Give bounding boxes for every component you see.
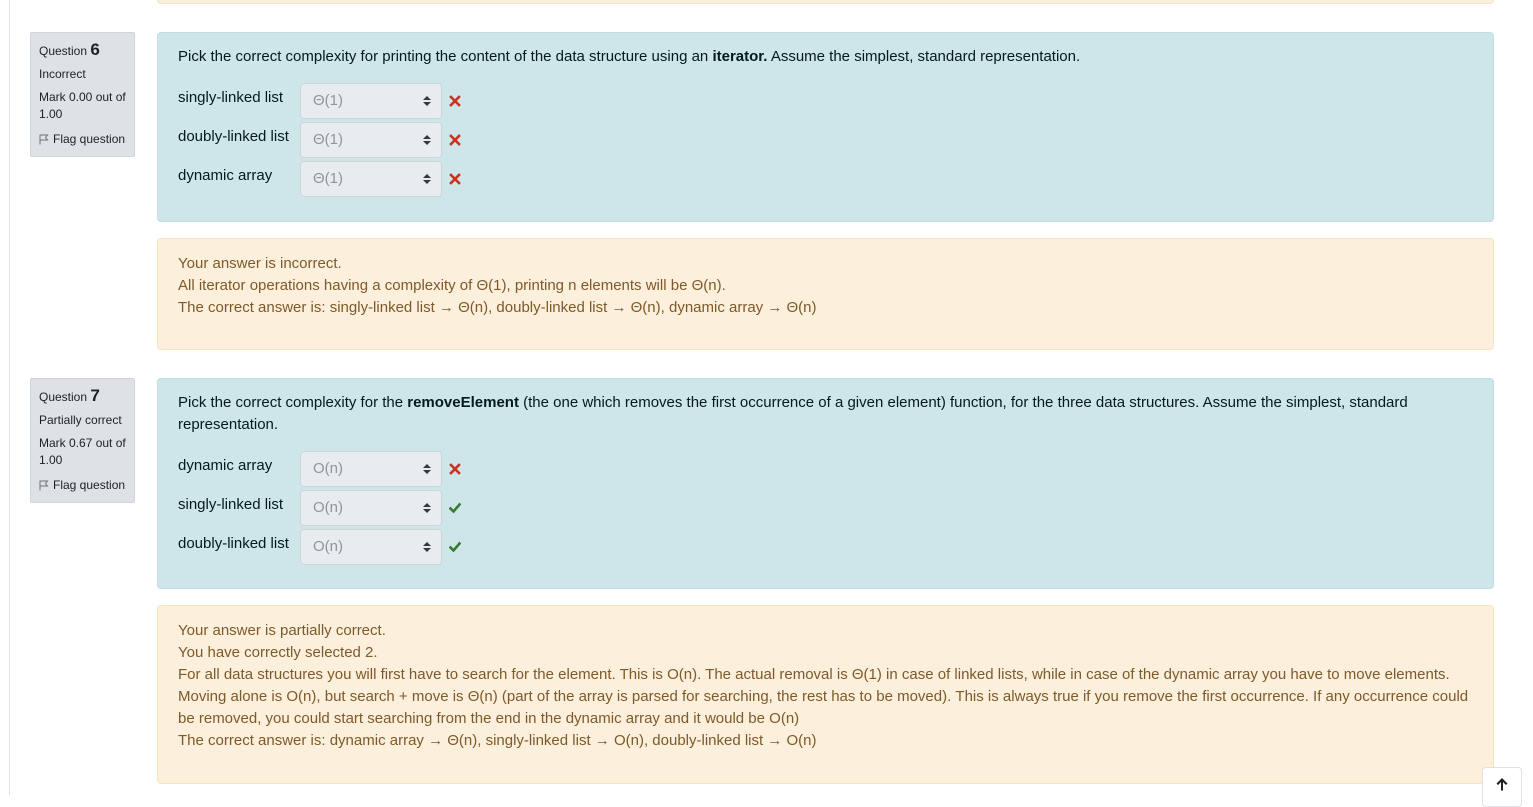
cross-icon xyxy=(449,172,461,185)
flag-question-label: Flag question xyxy=(53,132,126,146)
question-state: Partially correct xyxy=(39,413,122,427)
answer-select[interactable]: Θ(1) xyxy=(300,160,442,197)
match-row: doubly-linked list O(n) xyxy=(178,527,1473,566)
feedback-general: For all data structures you will first h… xyxy=(178,666,1469,727)
match-row-label: doubly-linked list xyxy=(178,534,289,552)
feedback-summary: Your answer is incorrect. xyxy=(178,255,342,272)
question-label: Question xyxy=(39,390,88,404)
feedback-summary: Your answer is partially correct. xyxy=(178,622,386,639)
question-text-bold: removeElement xyxy=(407,394,519,411)
match-rows: dynamic array O(n) singly-linked list O(… xyxy=(178,449,1473,566)
sort-updown-icon xyxy=(423,463,431,474)
question-feedback-q7: Your answer is partially correct. You ha… xyxy=(157,605,1494,784)
question-state: Incorrect xyxy=(39,67,86,81)
question-info-q6: Question 6 Incorrect Mark 0.00 out of 1.… xyxy=(30,32,135,157)
answer-select-value: O(n) xyxy=(313,498,343,516)
feedback-general: All iterator operations having a complex… xyxy=(178,277,726,294)
flag-question-label: Flag question xyxy=(53,478,126,492)
match-row-label: singly-linked list xyxy=(178,88,284,106)
flag-question-link[interactable]: Flag question xyxy=(39,131,128,148)
question-num: 6 xyxy=(90,40,100,59)
question-formulation-q7: Pick the correct complexity for the remo… xyxy=(157,378,1494,589)
answer-select[interactable]: Θ(1) xyxy=(300,121,442,158)
question-text-part: Pick the correct complexity for the xyxy=(178,394,408,411)
match-rows: singly-linked list Θ(1) doubly-linked li… xyxy=(178,81,1473,198)
sort-updown-icon xyxy=(423,541,431,552)
answer-select-value: O(n) xyxy=(313,537,343,555)
answer-select[interactable]: O(n) xyxy=(300,450,442,487)
back-to-top-button[interactable] xyxy=(1482,767,1522,807)
answer-select-value: O(n) xyxy=(313,459,343,477)
feedback-right-answer: The correct answer is: singly-linked lis… xyxy=(178,299,817,316)
sort-updown-icon xyxy=(423,173,431,184)
question-feedback-q6: Your answer is incorrect. All iterator o… xyxy=(157,238,1494,350)
match-row-label: dynamic array xyxy=(178,166,273,184)
question-info-q7: Question 7 Partially correct Mark 0.67 o… xyxy=(30,378,135,503)
question-text-part: Pick the correct complexity for printing… xyxy=(178,48,713,65)
question-number: Question 6 xyxy=(39,41,128,60)
match-row: singly-linked list O(n) xyxy=(178,488,1473,527)
question-text-bold: iterator. xyxy=(712,48,768,65)
previous-feedback-box xyxy=(157,0,1494,4)
page-left-border xyxy=(9,0,10,795)
match-row: doubly-linked list Θ(1) xyxy=(178,120,1473,159)
cross-icon xyxy=(449,133,461,146)
question-grade: Mark 0.67 out of 1.00 xyxy=(39,436,126,467)
answer-select-value: Θ(1) xyxy=(313,91,343,109)
question-number: Question 7 xyxy=(39,387,128,406)
question-label: Question xyxy=(39,44,88,58)
flag-icon xyxy=(39,480,49,491)
flag-icon xyxy=(39,134,49,145)
question-grade: Mark 0.00 out of 1.00 xyxy=(39,90,126,121)
cross-icon xyxy=(449,462,461,475)
match-row: singly-linked list Θ(1) xyxy=(178,81,1473,120)
check-icon xyxy=(449,541,461,552)
question-num: 7 xyxy=(90,386,100,405)
match-row: dynamic array Θ(1) xyxy=(178,159,1473,198)
match-row-label: singly-linked list xyxy=(178,495,284,513)
question-formulation-q6: Pick the correct complexity for printing… xyxy=(157,32,1494,222)
question-text: Pick the correct complexity for printing… xyxy=(178,46,1473,68)
answer-select-value: Θ(1) xyxy=(313,130,343,148)
flag-question-link[interactable]: Flag question xyxy=(39,477,128,494)
check-icon xyxy=(449,502,461,513)
answer-select[interactable]: O(n) xyxy=(300,528,442,565)
cross-icon xyxy=(449,94,461,107)
sort-updown-icon xyxy=(423,134,431,145)
answer-select[interactable]: Θ(1) xyxy=(300,82,442,119)
question-text-part: Assume the simplest, standard representa… xyxy=(767,48,1081,65)
match-row-label: dynamic array xyxy=(178,456,273,474)
match-row: dynamic array O(n) xyxy=(178,449,1473,488)
match-row-label: doubly-linked list xyxy=(178,127,289,145)
sort-updown-icon xyxy=(423,502,431,513)
answer-select-value: Θ(1) xyxy=(313,169,343,187)
feedback-right-answer: The correct answer is: dynamic array → Θ… xyxy=(178,732,817,749)
sort-updown-icon xyxy=(423,95,431,106)
feedback-num-correct: You have correctly selected 2. xyxy=(178,644,378,661)
answer-select[interactable]: O(n) xyxy=(300,489,442,526)
question-text: Pick the correct complexity for the remo… xyxy=(178,392,1473,436)
arrow-up-icon xyxy=(1496,778,1508,791)
